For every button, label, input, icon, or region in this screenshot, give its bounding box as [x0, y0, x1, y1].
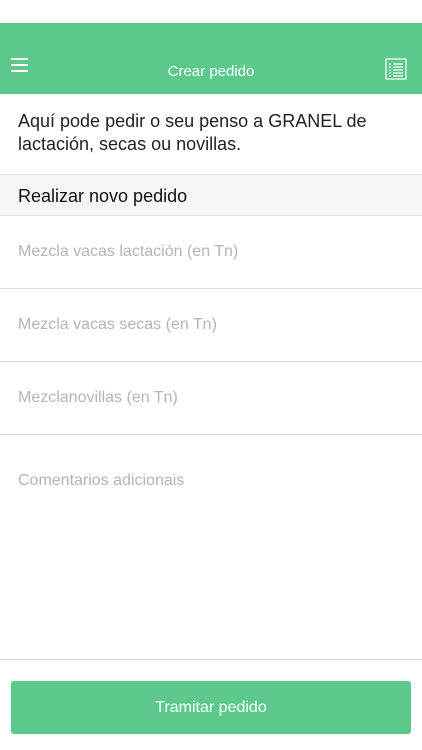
lactation-mix-input[interactable] [0, 216, 422, 289]
dry-cows-mix-input[interactable] [0, 289, 422, 362]
section-title: Realizar novo pedido [18, 186, 188, 206]
page-title: Crear pedido [167, 63, 255, 80]
comments-textarea[interactable] [0, 435, 422, 660]
section-header: Realizar novo pedido [0, 174, 422, 216]
order-list-icon [385, 58, 407, 80]
nav-bar: Crear pedido [0, 23, 422, 94]
order-list-button[interactable] [382, 55, 410, 83]
heifers-mix-input[interactable] [0, 362, 422, 435]
menu-button[interactable] [4, 49, 36, 81]
submit-order-button[interactable]: Tramitar pedido [11, 681, 411, 734]
intro-text: Aquí pode pedir o seu penso a GRANEL de … [18, 111, 367, 154]
status-bar [0, 0, 422, 23]
